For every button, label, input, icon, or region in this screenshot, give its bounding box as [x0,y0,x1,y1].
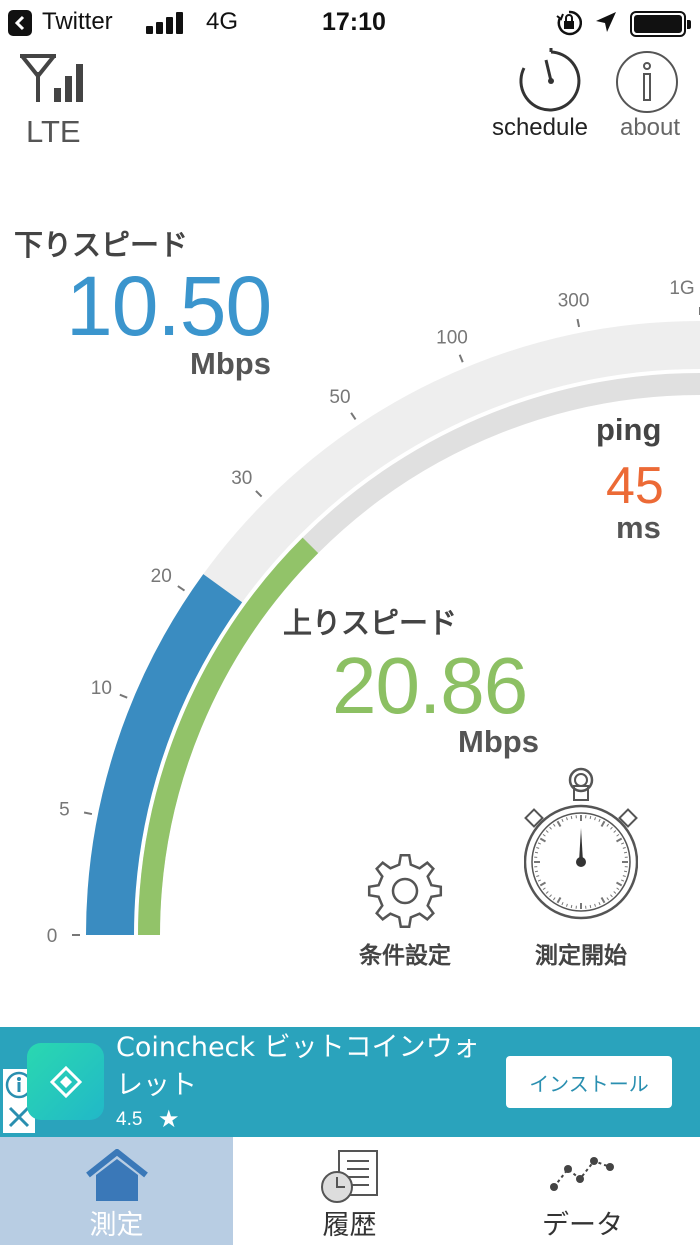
gauge-scale-label: 50 [329,387,350,408]
settings-button[interactable]: 条件設定 [350,850,460,970]
gauge-tick [255,490,263,498]
download-speed-unit: Mbps [190,346,271,381]
gauge-tick [458,354,464,363]
gauge-scale-label: 300 [558,290,590,311]
ad-title: Coincheck ビットコインウォレット [116,1032,480,1101]
gauge-scale-label: 5 [59,800,70,821]
gauge-scale-label: 30 [231,468,252,489]
start-measurement-label: 測定開始 [535,943,627,969]
about-button[interactable]: about [608,48,692,148]
home-icon [85,1149,148,1201]
gauge-tick [177,585,186,592]
tab-history[interactable]: 履歴 [233,1137,466,1245]
tab-measure[interactable]: 測定 [0,1137,233,1245]
ping-title: ping [596,412,662,447]
orientation-lock-icon [556,10,582,36]
gauge-scale-label: 1G [669,278,694,299]
upload-speed-title: 上りスピード [283,606,458,640]
gauge-tick [350,412,357,421]
settings-label: 条件設定 [359,943,451,969]
about-label: about [619,114,681,141]
info-icon [616,51,678,113]
tab-label: データ [542,1210,623,1241]
gauge-scale-label: 20 [151,566,172,587]
gauge-scale-label: 100 [436,327,468,348]
back-app-name[interactable]: Twitter [42,8,113,36]
network-type-label: LTE [26,114,81,149]
gear-icon [367,853,443,929]
battery-icon [630,11,691,37]
cellular-signal-icon [146,12,184,34]
signal-antenna-icon [20,54,83,102]
history-icon [320,1150,378,1203]
upload-speed-unit: Mbps [458,724,539,759]
ad-rating: 4.5 [116,1109,143,1130]
ping-value: 45 [606,457,664,515]
gauge-tick [83,811,93,816]
start-measurement-button[interactable]: 測定開始 [516,766,646,972]
gauge-tick [119,693,128,699]
ad-app-logo [27,1043,104,1120]
tab-bar: 測定 履歴 データ [0,1137,700,1245]
status-time: 17:10 [322,8,386,36]
schedule-button[interactable]: schedule [478,48,602,148]
location-arrow-icon [596,12,616,32]
star-icon: ★ [158,1105,180,1133]
graph-icon [549,1157,614,1191]
schedule-clock-icon [519,48,581,112]
schedule-label: schedule [491,114,589,141]
gauge-scale-label: 0 [47,926,58,947]
stopwatch-icon [524,767,638,920]
gauge-tick [576,318,581,328]
ad-install-button[interactable]: インストール [506,1056,672,1108]
back-to-app-icon[interactable] [8,10,32,36]
gauge-scale-label: 10 [91,678,112,699]
tab-label: 履歴 [322,1210,377,1241]
ad-banner[interactable]: Coincheck ビットコインウォレット 4.5 ★ インストール [0,1027,700,1137]
tab-data[interactable]: データ [466,1137,699,1245]
tab-label: 測定 [89,1210,144,1241]
network-type: 4G [206,8,239,35]
download-speed-value: 10.50 [66,259,272,353]
status-bar: Twitter 4G 17:10 [0,0,700,46]
ping-unit: ms [616,510,661,545]
upload-speed-value: 20.86 [332,641,528,730]
